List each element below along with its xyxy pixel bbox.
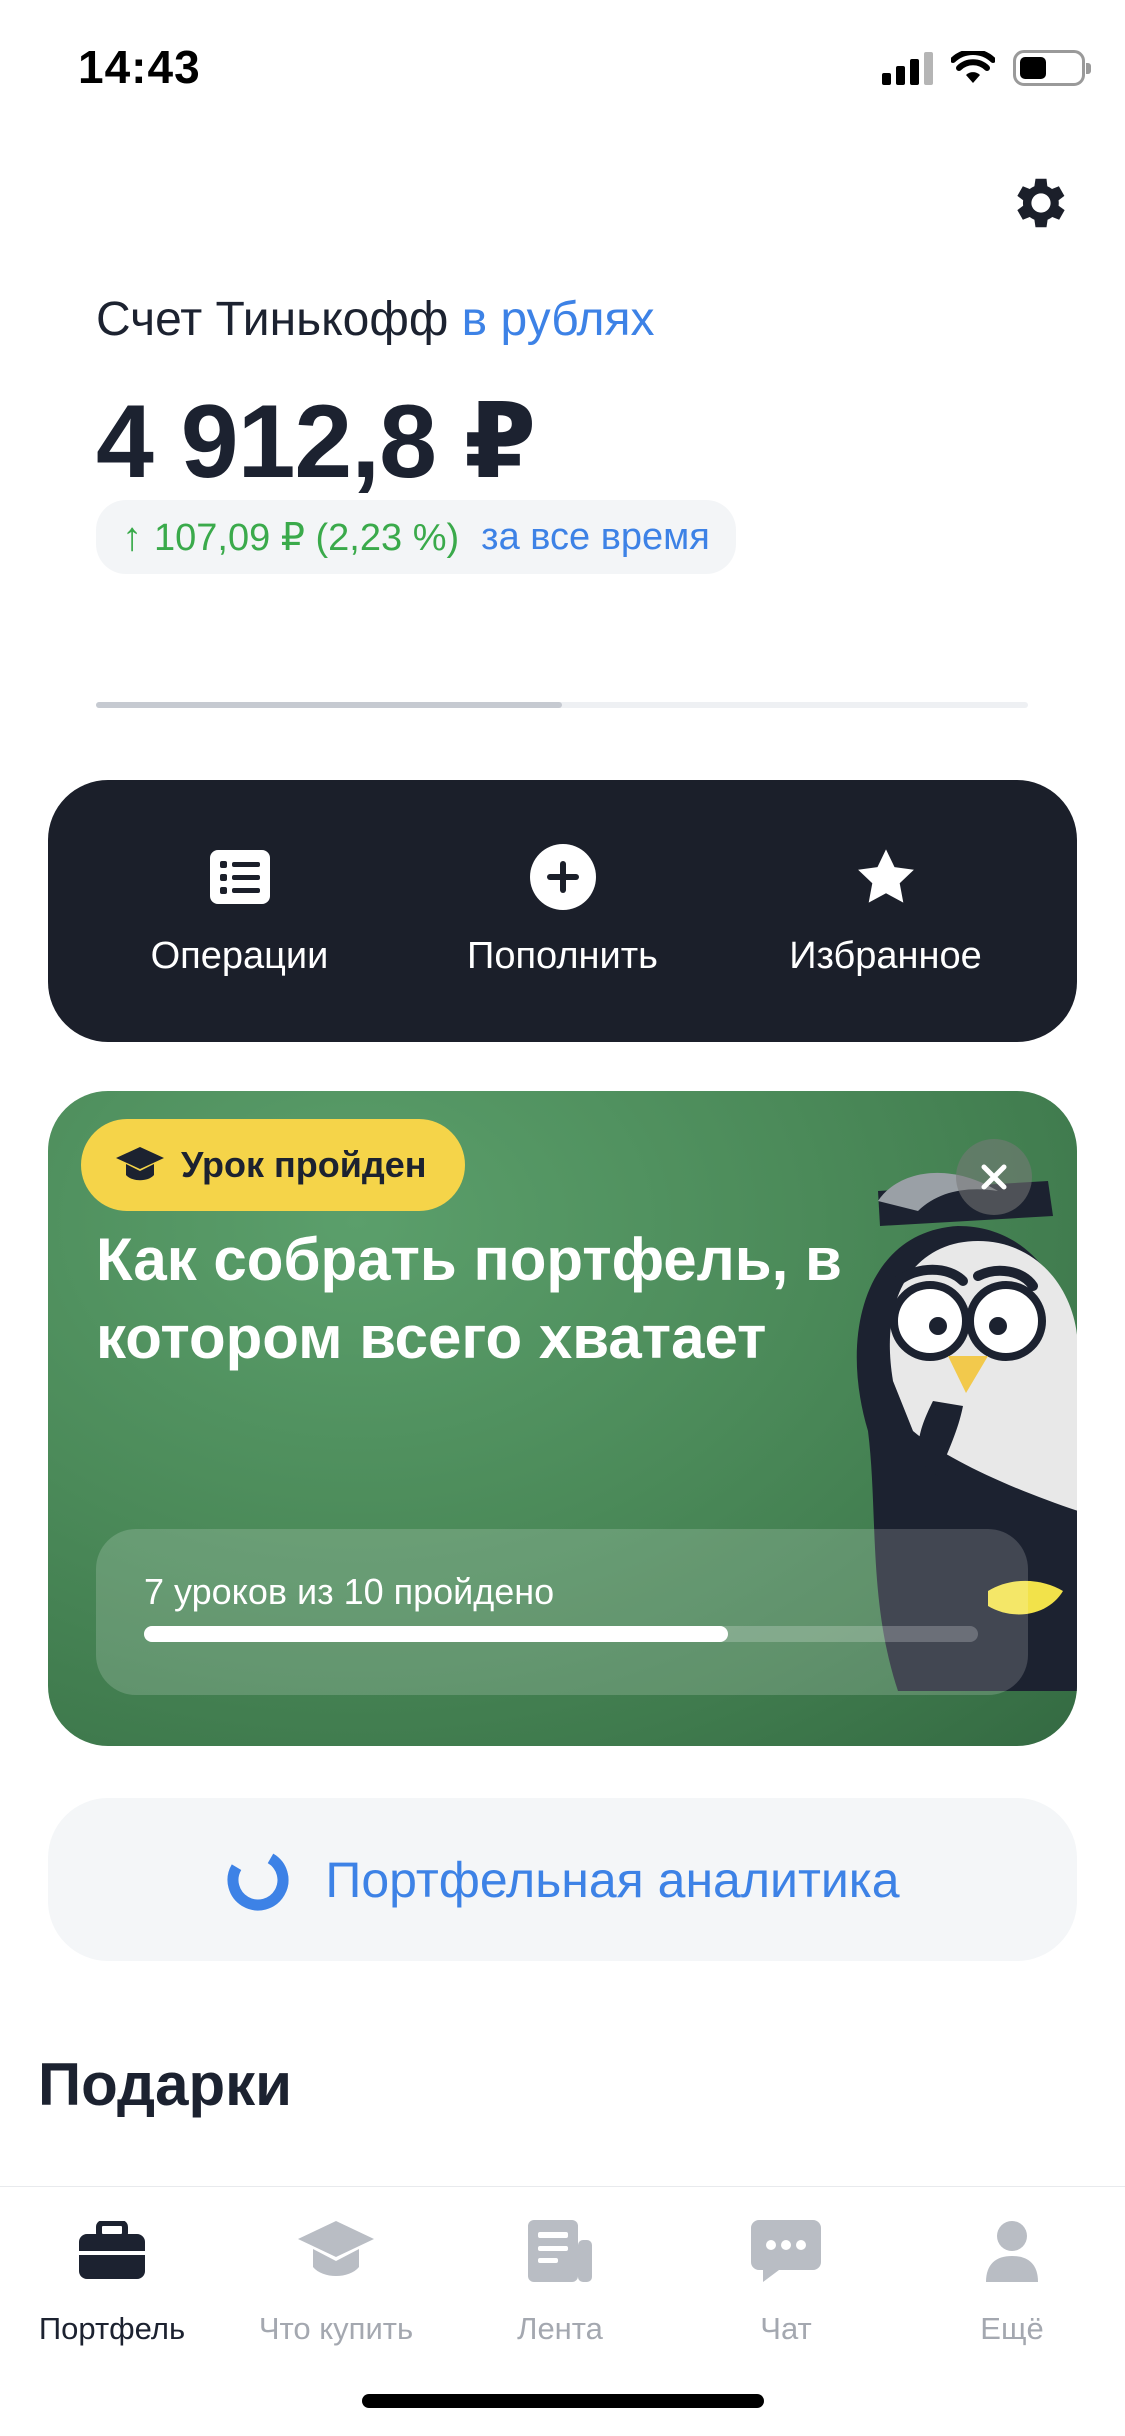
home-indicator[interactable] xyxy=(362,2394,764,2408)
gain-pill[interactable]: ↑ 107,09 ₽ (2,23 %) за все время xyxy=(96,500,736,574)
tab-feed-label: Лента xyxy=(517,2311,603,2346)
top-up-button[interactable]: Пополнить xyxy=(413,843,713,978)
tab-what-to-buy[interactable]: Что купить xyxy=(226,2213,446,2347)
status-time: 14:43 xyxy=(78,41,201,93)
arrow-up-icon: ↑ xyxy=(122,514,142,559)
lesson-progress-panel: 7 уроков из 10 пройдено xyxy=(96,1529,1028,1695)
status-bar: 14:43 xyxy=(0,0,1125,140)
battery-icon xyxy=(1013,50,1091,86)
lesson-title: Как собрать портфель, в котором всего хв… xyxy=(96,1226,842,1371)
portfolio-analytics-button[interactable]: Портфельная аналитика xyxy=(48,1798,1077,1961)
battery-level xyxy=(1020,57,1047,79)
briefcase-icon xyxy=(79,2221,145,2279)
page-indicator-active xyxy=(96,702,562,708)
account-total: 4 912,8 ₽ xyxy=(96,384,536,500)
plus-circle-icon xyxy=(529,843,596,910)
wifi-icon xyxy=(951,51,995,83)
lesson-progress-text: 7 уроков из 10 пройдено xyxy=(144,1571,555,1612)
lesson-progress-bar xyxy=(144,1626,978,1642)
account-title[interactable]: Счет Тинькофф в рублях xyxy=(96,292,655,347)
account-name: Счет Тинькофф xyxy=(96,293,449,346)
favorites-button[interactable]: Избранное xyxy=(736,845,1036,978)
gain-value: 107,09 ₽ (2,23 %) xyxy=(154,516,460,559)
donut-chart-icon xyxy=(227,1849,289,1910)
top-up-label: Пополнить xyxy=(467,934,658,977)
tab-feed[interactable]: Лента xyxy=(450,2213,670,2347)
lesson-progress-fill xyxy=(144,1626,728,1642)
newspaper-icon xyxy=(528,2220,592,2282)
operations-label: Операции xyxy=(150,934,329,977)
tab-portfolio-label: Портфель xyxy=(38,2311,186,2346)
operations-button[interactable]: Операции xyxy=(90,845,390,978)
favorites-label: Избранное xyxy=(789,934,982,977)
status-icons xyxy=(882,50,1091,86)
gain-period: за все время xyxy=(481,515,710,558)
tab-chat-label: Чат xyxy=(760,2311,812,2346)
lesson-close-button[interactable] xyxy=(956,1139,1032,1215)
account-currency-selector[interactable]: в рублях xyxy=(462,293,655,346)
gifts-heading: Подарки xyxy=(38,2051,293,2118)
settings-button[interactable] xyxy=(1006,168,1076,238)
star-icon xyxy=(857,848,914,903)
action-bar: Операции Пополнить Избранное xyxy=(48,780,1077,1042)
lesson-badge: Урок пройден xyxy=(81,1119,465,1211)
tab-what-to-buy-label: Что купить xyxy=(258,2311,414,2346)
graduation-cap-icon xyxy=(298,2221,374,2276)
graduation-cap-icon xyxy=(116,1147,164,1181)
tab-portfolio[interactable]: Портфель xyxy=(2,2213,222,2347)
chat-bubble-icon xyxy=(751,2220,821,2282)
lesson-badge-text: Урок пройден xyxy=(181,1144,427,1185)
page-indicator xyxy=(96,702,1028,708)
portfolio-analytics-label: Портфельная аналитика xyxy=(325,1851,900,1908)
list-icon xyxy=(209,849,270,904)
gear-icon xyxy=(1017,178,1065,228)
tab-more-label: Ещё xyxy=(980,2311,1044,2346)
user-icon xyxy=(986,2221,1038,2282)
tab-chat[interactable]: Чат xyxy=(676,2213,896,2347)
tab-more[interactable]: Ещё xyxy=(902,2213,1122,2347)
close-icon xyxy=(981,1164,1007,1190)
cellular-signal-icon xyxy=(882,51,933,85)
lesson-card[interactable]: Урок пройден Как собрать портфель, в кот… xyxy=(48,1091,1077,1746)
